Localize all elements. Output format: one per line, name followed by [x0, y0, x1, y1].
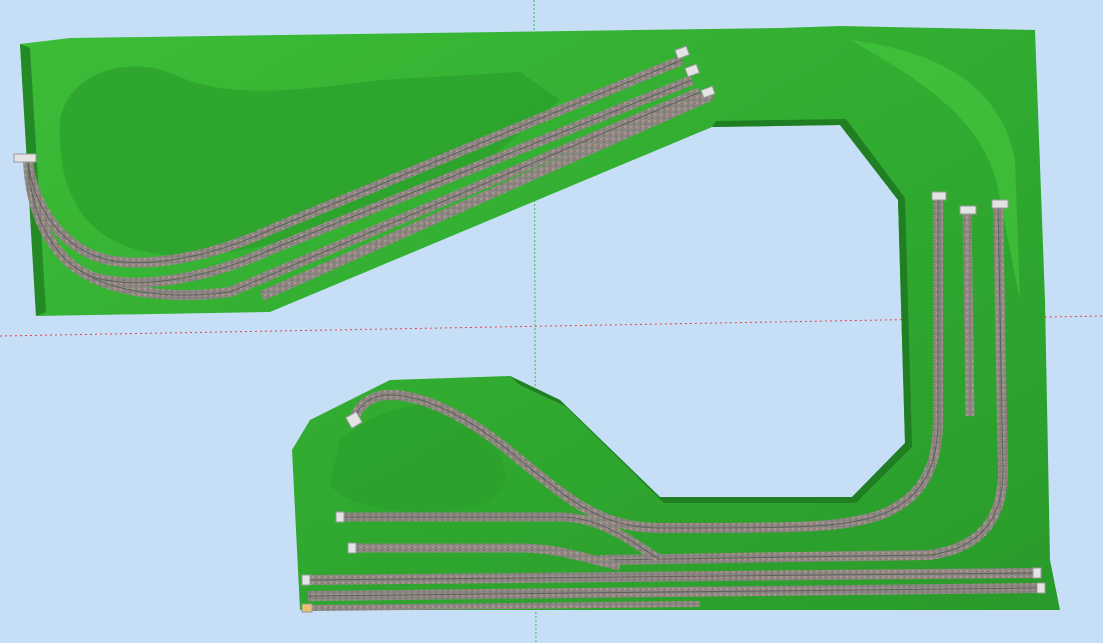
- buffer-stop[interactable]: [959, 205, 977, 215]
- buffer-stop[interactable]: [301, 574, 311, 586]
- buffer-stop[interactable]: [1032, 567, 1042, 579]
- track-siding-2[interactable]: [962, 211, 975, 417]
- buffer-stop[interactable]: [931, 191, 947, 201]
- yard-track-5[interactable]: [307, 601, 701, 611]
- buffer-stop[interactable]: [335, 511, 345, 523]
- buffer-stop[interactable]: [991, 199, 1009, 209]
- 3d-viewport[interactable]: [0, 0, 1103, 643]
- buffer-stop[interactable]: [1036, 582, 1046, 594]
- buffer-stop[interactable]: [13, 153, 37, 163]
- layout-canvas[interactable]: [0, 0, 1103, 643]
- buffer-stop[interactable]: [347, 542, 357, 554]
- buffer-stop[interactable]: [301, 603, 313, 613]
